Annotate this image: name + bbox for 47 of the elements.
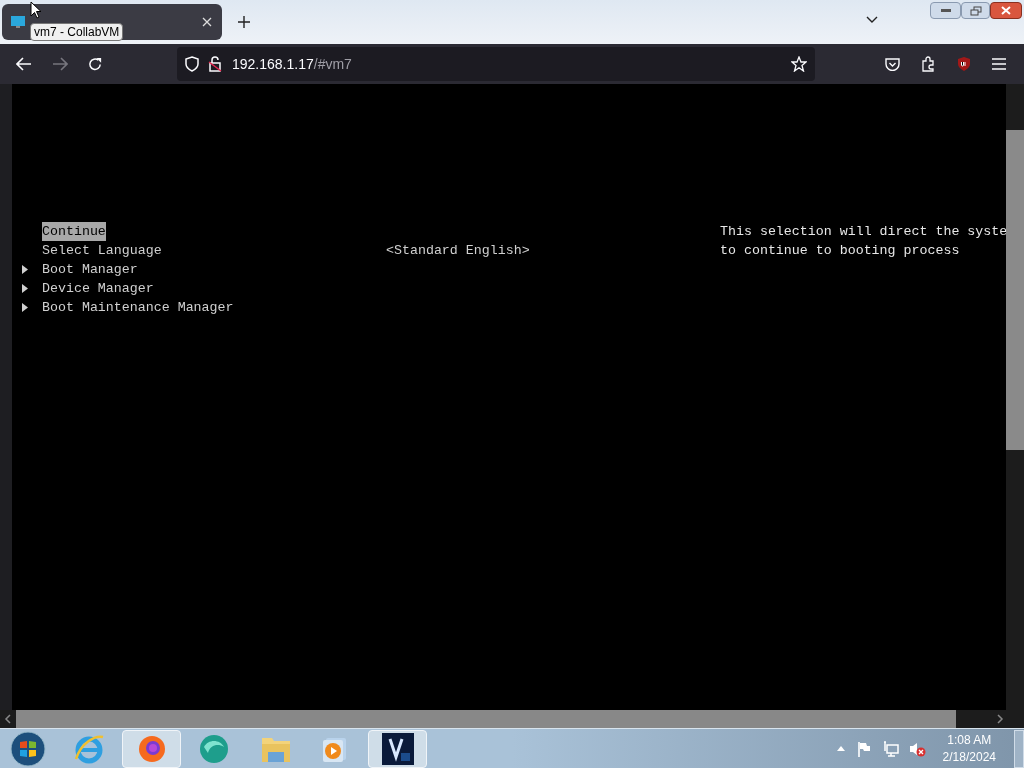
broken-lock-icon [208, 56, 222, 72]
start-button[interactable] [9, 730, 47, 767]
triangle-right-icon [22, 265, 28, 274]
triangle-right-icon [22, 284, 28, 293]
option-value[interactable]: <Standard English> [386, 241, 530, 260]
firefox-taskbar-button[interactable] [122, 729, 181, 768]
close-icon[interactable] [202, 17, 212, 27]
triangle-right-icon [22, 303, 28, 312]
close-button[interactable] [990, 2, 1022, 19]
puzzle-icon[interactable] [921, 56, 936, 72]
address-bar[interactable]: 192.168.1.17/#vm7 [177, 47, 815, 81]
shield-extension-icon[interactable] [956, 56, 972, 72]
flag-icon[interactable] [856, 740, 871, 757]
v-app-icon [381, 732, 414, 765]
help-text: to continue to booting process [720, 242, 961, 260]
boot-menu-item[interactable]: Select Language [42, 241, 162, 260]
boot-menu-item[interactable]: Device Manager [42, 279, 154, 298]
vegas-taskbar-button[interactable] [368, 729, 427, 768]
url-text: 192.168.1.17/#vm7 [232, 54, 352, 74]
new-tab-icon[interactable] [238, 16, 250, 28]
restore-icon [969, 5, 982, 16]
scrollbar-thumb[interactable] [1006, 130, 1024, 450]
tab-tooltip: vm7 - CollabVM [30, 23, 124, 41]
boot-menu-item[interactable]: Boot Manager [42, 260, 138, 279]
minimize-button[interactable] [930, 2, 961, 19]
shield-icon [185, 56, 199, 72]
mouse-cursor-icon [30, 1, 42, 19]
back-icon[interactable] [16, 57, 32, 71]
network-icon[interactable] [882, 740, 899, 757]
reload-icon[interactable] [88, 56, 103, 72]
boot-menu-item[interactable]: Continue [42, 222, 106, 241]
scroll-left-icon[interactable] [4, 714, 12, 724]
forward-icon[interactable] [52, 57, 68, 71]
scroll-right-icon[interactable] [996, 714, 1004, 724]
star-icon[interactable] [791, 56, 807, 72]
boot-menu-item[interactable]: Boot Maintenance Manager [42, 298, 234, 317]
scrollbar-thumb[interactable] [16, 710, 956, 728]
close-icon [1001, 6, 1011, 15]
show-hidden-icons[interactable] [836, 746, 845, 751]
restore-button[interactable] [961, 2, 990, 19]
chevron-down-icon[interactable] [866, 16, 878, 24]
menu-icon[interactable] [992, 58, 1006, 70]
monitor-icon [10, 14, 26, 30]
muted-speaker-icon[interactable] [908, 740, 927, 757]
firefox-icon [136, 733, 167, 764]
help-text: This selection will direct the syste [720, 223, 1006, 241]
pocket-icon[interactable] [885, 57, 900, 71]
